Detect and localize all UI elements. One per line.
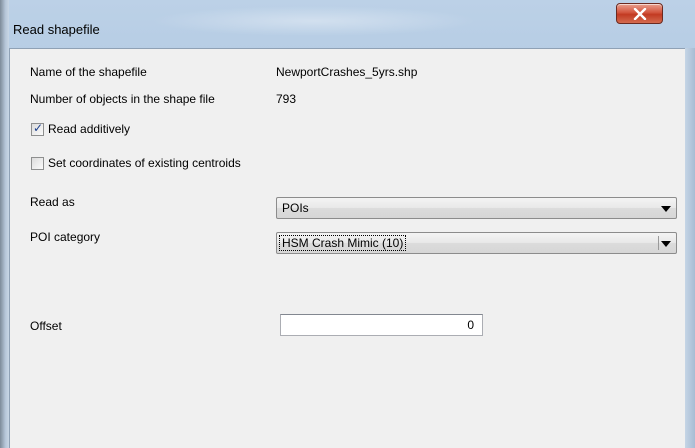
window-left-edge bbox=[0, 0, 9, 448]
shapefile-name-label: Name of the shapefile bbox=[30, 65, 147, 79]
window-right-edge bbox=[685, 48, 695, 448]
check-mark-icon: ✓ bbox=[33, 121, 44, 135]
close-x-icon bbox=[633, 7, 646, 20]
dialog-content: Name of the shapefile NewportCrashes_5yr… bbox=[9, 48, 685, 448]
poi-category-label: POI category bbox=[30, 230, 101, 244]
read-additively-label[interactable]: Read additively bbox=[48, 122, 130, 136]
set-centroids-checkbox[interactable] bbox=[31, 157, 44, 170]
shapefile-name-value: NewportCrashes_5yrs.shp bbox=[276, 65, 418, 79]
read-as-label: Read as bbox=[30, 195, 75, 209]
object-count-label: Number of objects in the shape file bbox=[30, 92, 215, 106]
dropdown-arrow-icon bbox=[661, 206, 671, 212]
poi-category-selected-value: HSM Crash Mimic (10) bbox=[278, 235, 407, 251]
title-bar[interactable]: Read shapefile bbox=[9, 0, 695, 48]
window-title: Read shapefile bbox=[13, 22, 100, 37]
offset-value: 0 bbox=[467, 318, 474, 332]
title-bar-glass bbox=[149, 6, 479, 36]
read-additively-checkbox[interactable]: ✓ bbox=[31, 121, 44, 136]
set-centroids-label[interactable]: Set coordinates of existing centroids bbox=[48, 156, 241, 170]
read-as-select[interactable]: POIs bbox=[276, 197, 677, 219]
close-button[interactable] bbox=[616, 3, 663, 24]
read-as-selected-value: POIs bbox=[282, 201, 309, 215]
dropdown-separator bbox=[658, 236, 659, 250]
offset-label: Offset bbox=[30, 319, 62, 333]
object-count-value: 793 bbox=[276, 92, 297, 106]
poi-category-select[interactable]: HSM Crash Mimic (10) bbox=[276, 232, 677, 254]
dropdown-arrow-icon bbox=[661, 241, 671, 247]
read-shapefile-dialog: Read shapefile Name of the shapefile New… bbox=[0, 0, 695, 448]
offset-input[interactable]: 0 bbox=[280, 314, 483, 336]
